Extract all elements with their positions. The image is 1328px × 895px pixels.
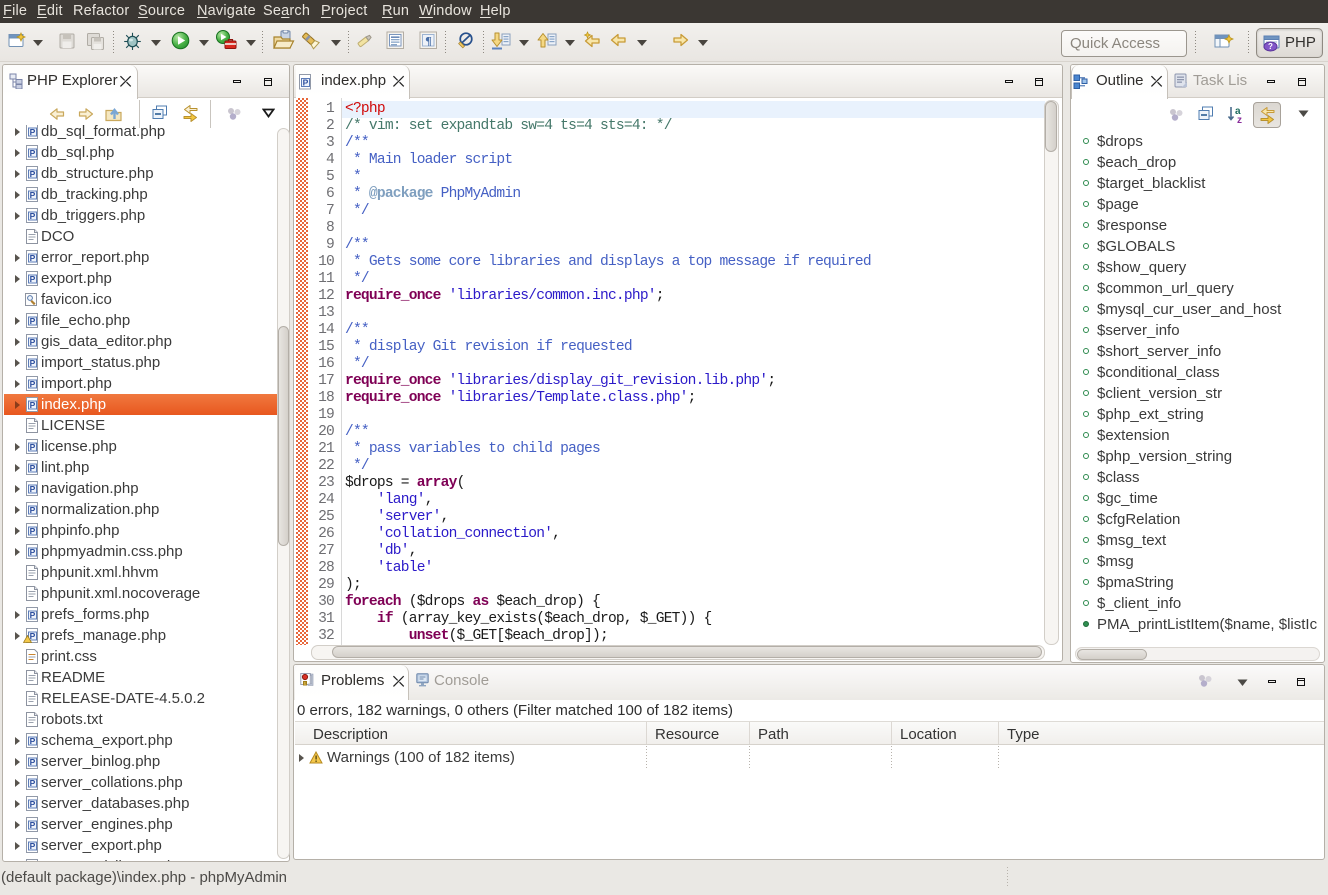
svg-text:P: P — [30, 505, 36, 515]
svg-text:P: P — [30, 547, 36, 557]
svg-text:P: P — [30, 274, 36, 284]
svg-text:P: P — [30, 169, 36, 179]
svg-text:P: P — [30, 463, 36, 473]
svg-text:P: P — [30, 253, 36, 263]
svg-text:P: P — [30, 337, 36, 347]
svg-text:P: P — [30, 211, 36, 221]
svg-text:P: P — [30, 820, 36, 830]
svg-text:P: P — [30, 190, 36, 200]
svg-text:P: P — [30, 148, 36, 158]
svg-text:P: P — [30, 316, 36, 326]
svg-text:P: P — [30, 757, 36, 767]
svg-text:P: P — [30, 526, 36, 536]
svg-text:P: P — [30, 379, 36, 389]
svg-text:P: P — [30, 358, 36, 368]
svg-text:P: P — [30, 778, 36, 788]
svg-text:P: P — [30, 841, 36, 851]
svg-text:P: P — [30, 799, 36, 809]
svg-text:P: P — [30, 442, 36, 452]
svg-text:P: P — [30, 610, 36, 620]
svg-text:P: P — [30, 127, 36, 137]
svg-text:P: P — [30, 400, 36, 410]
svg-text:P: P — [30, 484, 36, 494]
svg-text:P: P — [30, 736, 36, 746]
